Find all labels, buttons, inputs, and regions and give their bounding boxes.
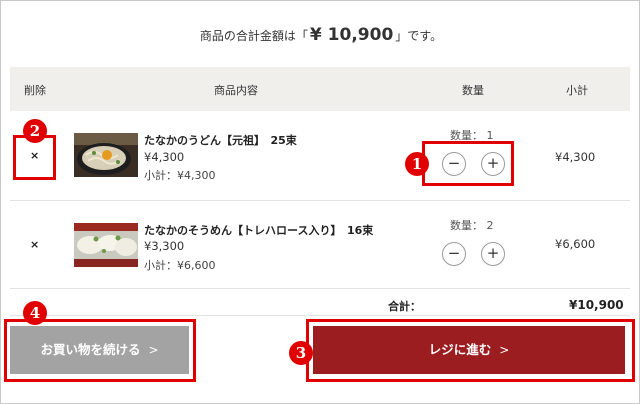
cart-page: 商品の合計金額は「 ¥ 10,900 」です。 削除 商品内容 数量 小計 × たな… <box>0 0 640 404</box>
product-image-somen[interactable] <box>74 223 138 267</box>
product-subtotal-line: 小計：¥4,300 <box>144 169 216 182</box>
annotation-box-quantity <box>422 141 514 186</box>
annotation-badge-4: 4 <box>23 301 47 325</box>
product-unit-price: ¥4,300 <box>144 150 185 164</box>
decrease-quantity-button[interactable]: − <box>442 242 466 266</box>
product-subtotal-line: 小計：¥6,600 <box>144 259 216 272</box>
product-unit-price: ¥3,300 <box>144 239 185 253</box>
cart-row: × たなかのうどん【元祖】 25束 ¥4,300 小計：¥4,300 数量： 1… <box>10 111 630 201</box>
minus-icon: − <box>447 244 461 262</box>
annotation-badge-1: 1 <box>405 152 429 176</box>
summary-amount: ¥ 10,900 <box>309 25 394 45</box>
summary-suffix: 」です。 <box>395 29 443 43</box>
annotation-badge-3: 3 <box>289 341 313 365</box>
cart-total-summary: 商品の合計金額は「 ¥ 10,900 」です。 <box>1 25 640 45</box>
row-subtotal: ¥4,300 <box>555 150 596 164</box>
total-label: 合計： <box>388 300 421 313</box>
annotation-badge-2: 2 <box>23 119 47 143</box>
increase-quantity-button[interactable]: + <box>481 242 505 266</box>
column-header-quantity: 数量 <box>462 84 484 97</box>
column-header-item: 商品内容 <box>214 84 258 97</box>
plus-icon: + <box>486 244 500 262</box>
total-value: ¥10,900 <box>569 298 624 312</box>
cart-table-header: 削除 商品内容 数量 小計 <box>10 67 630 111</box>
column-header-subtotal: 小計 <box>566 84 588 97</box>
row-subtotal: ¥6,600 <box>555 237 596 251</box>
annotation-box-checkout <box>306 319 635 382</box>
product-image-udon[interactable] <box>74 133 138 177</box>
product-name[interactable]: たなかのうどん【元祖】 25束 <box>144 132 297 148</box>
quantity-label: 数量： 2 <box>450 219 494 232</box>
delete-item-button[interactable]: × <box>30 238 39 251</box>
summary-prefix: 商品の合計金額は「 <box>199 29 308 43</box>
annotation-box-continue <box>4 319 196 382</box>
cart-row: × たなかのそうめん【トレハロース入り】 16束 ¥3,300 小計：¥6,60… <box>10 201 630 289</box>
divider <box>10 315 630 316</box>
product-name[interactable]: たなかのそうめん【トレハロース入り】 16束 <box>144 222 373 238</box>
column-header-delete: 削除 <box>24 84 46 97</box>
